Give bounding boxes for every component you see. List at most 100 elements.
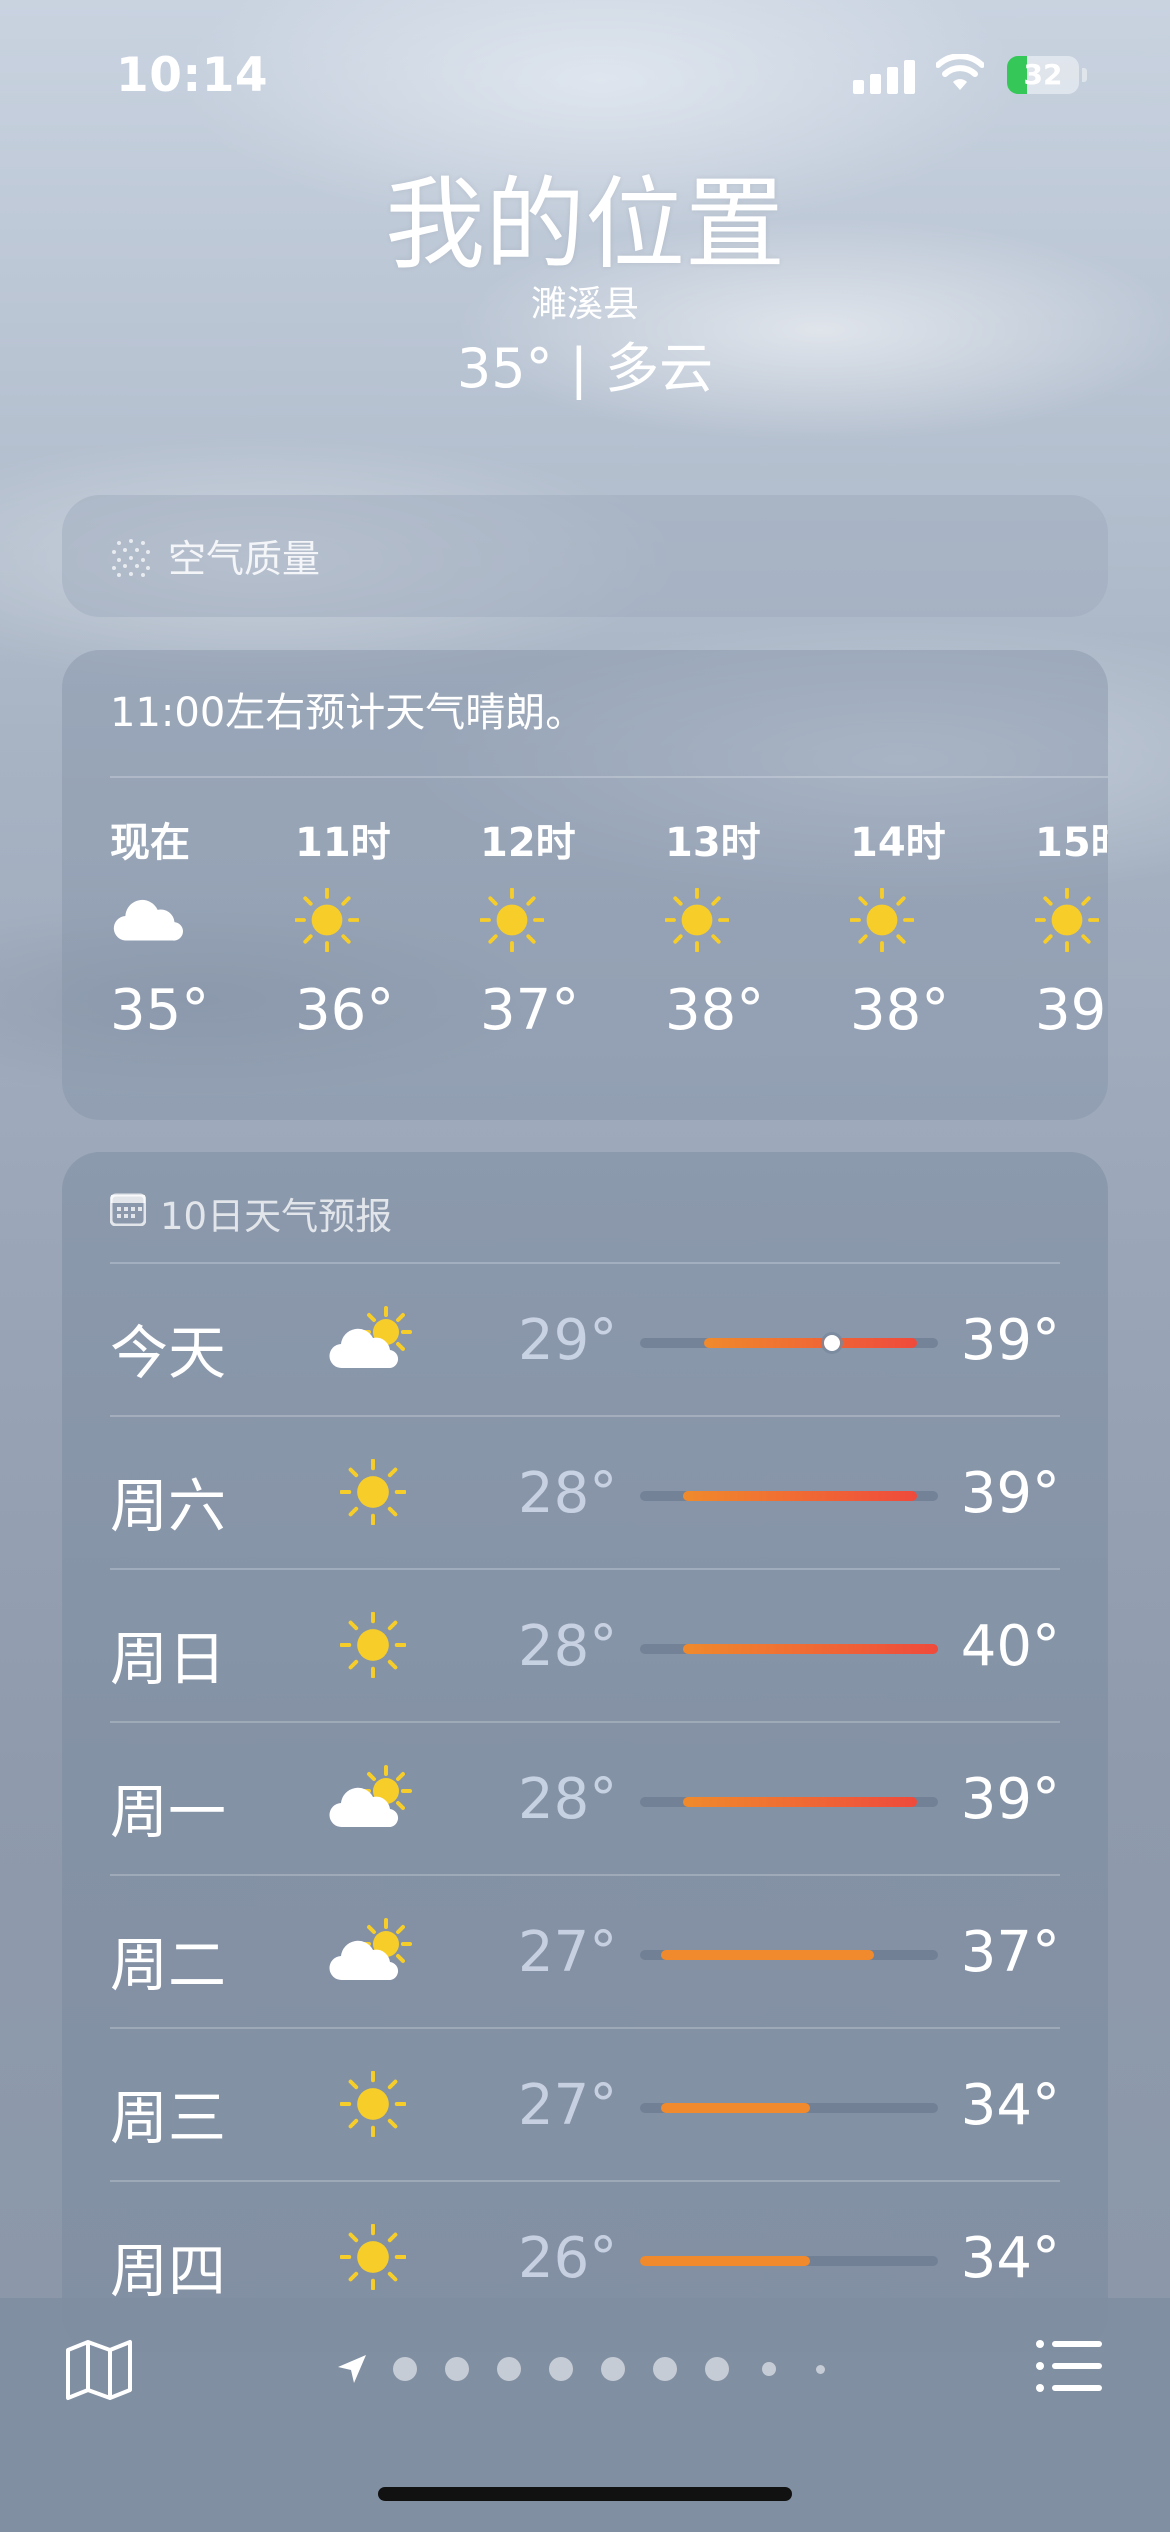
sun-icon: [328, 2069, 418, 2139]
temp-range-track: [640, 1644, 938, 1654]
daily-row[interactable]: 周二 27° 37°: [110, 1874, 1060, 2027]
hourly-forecast-card[interactable]: 11:00左右预计天气晴朗。 现在 35° 11时 36° 12时 37° 13时 3…: [62, 650, 1108, 1120]
hour-temp: 38°: [665, 978, 765, 1043]
hour-label: 14时: [850, 820, 946, 866]
sun-icon: [480, 870, 544, 970]
temp-range-bar: [682, 1797, 917, 1807]
status-time: 10:14: [116, 48, 269, 103]
low-temp: 27°: [518, 2073, 618, 2138]
hour-item: 13时 38°: [665, 810, 850, 1043]
sun-icon: [850, 870, 914, 970]
hour-item: 现在 35°: [110, 810, 295, 1043]
daily-forecast-card[interactable]: 10日天气预报 今天 29° 39° 周六 28° 39° 周日 28° 40° 周一…: [62, 1152, 1108, 2352]
status-bar: 10:14 32: [0, 0, 1170, 150]
current-conditions: 35° | 多云: [456, 337, 714, 400]
air-quality-card[interactable]: 空气质量: [62, 495, 1108, 617]
map-icon[interactable]: [64, 2338, 134, 2406]
air-quality-label: 空气质量: [168, 537, 321, 581]
location-arrow-icon[interactable]: [325, 2342, 379, 2396]
hour-label: 现在: [110, 820, 190, 866]
temp-range-track: [640, 1797, 938, 1807]
hour-temp: 38°: [850, 978, 950, 1043]
temp-range-track: [640, 2256, 938, 2266]
location-header: 我的位置 濉溪县 35° | 多云: [0, 165, 1170, 403]
low-temp: 29°: [518, 1308, 618, 1373]
page-dot[interactable]: [601, 2357, 625, 2381]
temp-range-bar: [682, 1644, 938, 1654]
air-quality-icon: [110, 537, 152, 579]
daily-row[interactable]: 周日 28° 40°: [110, 1568, 1060, 1721]
hour-item: 14时 38°: [850, 810, 1035, 1043]
location-title: 我的位置: [385, 166, 785, 283]
sun-icon: [328, 1610, 418, 1680]
low-temp: 28°: [518, 1767, 618, 1832]
day-label: 周六: [110, 1472, 227, 1540]
sun-icon: [295, 870, 359, 970]
high-temp: 39°: [960, 1308, 1060, 1373]
daily-row[interactable]: 周三 27° 34°: [110, 2027, 1060, 2180]
battery-icon: 32: [1007, 56, 1079, 94]
day-label: 周一: [110, 1778, 227, 1846]
page-dot[interactable]: [816, 2364, 825, 2374]
day-label: 周三: [110, 2084, 227, 2152]
calendar-icon: [109, 1192, 147, 1235]
low-temp: 28°: [518, 1461, 618, 1526]
daily-title: 10日天气预报: [160, 1195, 393, 1238]
page-dot[interactable]: [762, 2362, 776, 2376]
hour-temp: 37°: [480, 978, 580, 1043]
hourly-list[interactable]: 现在 35°11时 36°12时 37°13时 38°14时 38°15时 39…: [110, 810, 1108, 1043]
hourly-divider: [110, 776, 1108, 778]
partly-sunny-icon: [328, 1916, 418, 1986]
temp-range-track: [640, 1950, 938, 1960]
sun-icon: [328, 1457, 418, 1527]
partly-sunny-icon: [328, 1304, 418, 1374]
hour-item: 12时 37°: [480, 810, 665, 1043]
low-temp: 26°: [518, 2226, 618, 2291]
high-temp: 39°: [960, 1461, 1060, 1526]
day-label: 周二: [110, 1931, 227, 1999]
hourly-summary: 11:00左右预计天气晴朗。: [110, 690, 586, 736]
temp-range-track: [640, 1335, 938, 1351]
temp-range-bar: [682, 1491, 917, 1501]
low-temp: 27°: [518, 1920, 618, 1985]
page-dot[interactable]: [393, 2357, 417, 2381]
hour-label: 12时: [480, 820, 576, 866]
temp-range-track: [640, 1491, 938, 1501]
daily-header: 10日天气预报: [109, 1186, 393, 1240]
current-temp-dot: [823, 1335, 840, 1351]
home-indicator: [378, 2487, 792, 2501]
page-indicator[interactable]: [325, 2342, 846, 2396]
hour-label: 13时: [665, 820, 761, 866]
wifi-icon: [935, 53, 985, 96]
daily-row[interactable]: 今天 29° 39°: [110, 1262, 1060, 1415]
high-temp: 37°: [960, 1920, 1060, 1985]
page-dot[interactable]: [549, 2357, 573, 2381]
page-dot[interactable]: [705, 2357, 729, 2381]
temp-range-bar: [661, 1950, 875, 1960]
daily-list: 今天 29° 39° 周六 28° 39° 周日 28° 40° 周一 28° 39°…: [110, 1262, 1060, 2333]
hour-temp: 39°: [1035, 978, 1108, 1043]
cellular-signal-icon: [853, 60, 915, 94]
sub-location: 濉溪县: [530, 284, 639, 325]
hour-item: 15时 39°: [1035, 810, 1108, 1043]
sun-icon: [665, 870, 729, 970]
high-temp: 34°: [960, 2226, 1060, 2291]
temp-range-bar: [640, 2256, 811, 2266]
high-temp: 40°: [960, 1614, 1060, 1679]
list-icon[interactable]: [1034, 2338, 1104, 2398]
sun-icon: [1035, 870, 1099, 970]
page-dot[interactable]: [497, 2357, 521, 2381]
day-label: 今天: [110, 1319, 227, 1387]
battery-level: 32: [1023, 58, 1063, 91]
page-dot[interactable]: [653, 2357, 677, 2381]
temp-range-bar: [703, 1338, 917, 1348]
hour-temp: 36°: [295, 978, 395, 1043]
hour-label: 11时: [295, 820, 391, 866]
partly-sunny-icon: [328, 1763, 418, 1833]
temp-range-track: [640, 2103, 938, 2113]
sun-icon: [328, 2222, 418, 2292]
page-dot[interactable]: [445, 2357, 469, 2381]
daily-row[interactable]: 周六 28° 39°: [110, 1415, 1060, 1568]
daily-row[interactable]: 周一 28° 39°: [110, 1721, 1060, 1874]
low-temp: 28°: [518, 1614, 618, 1679]
